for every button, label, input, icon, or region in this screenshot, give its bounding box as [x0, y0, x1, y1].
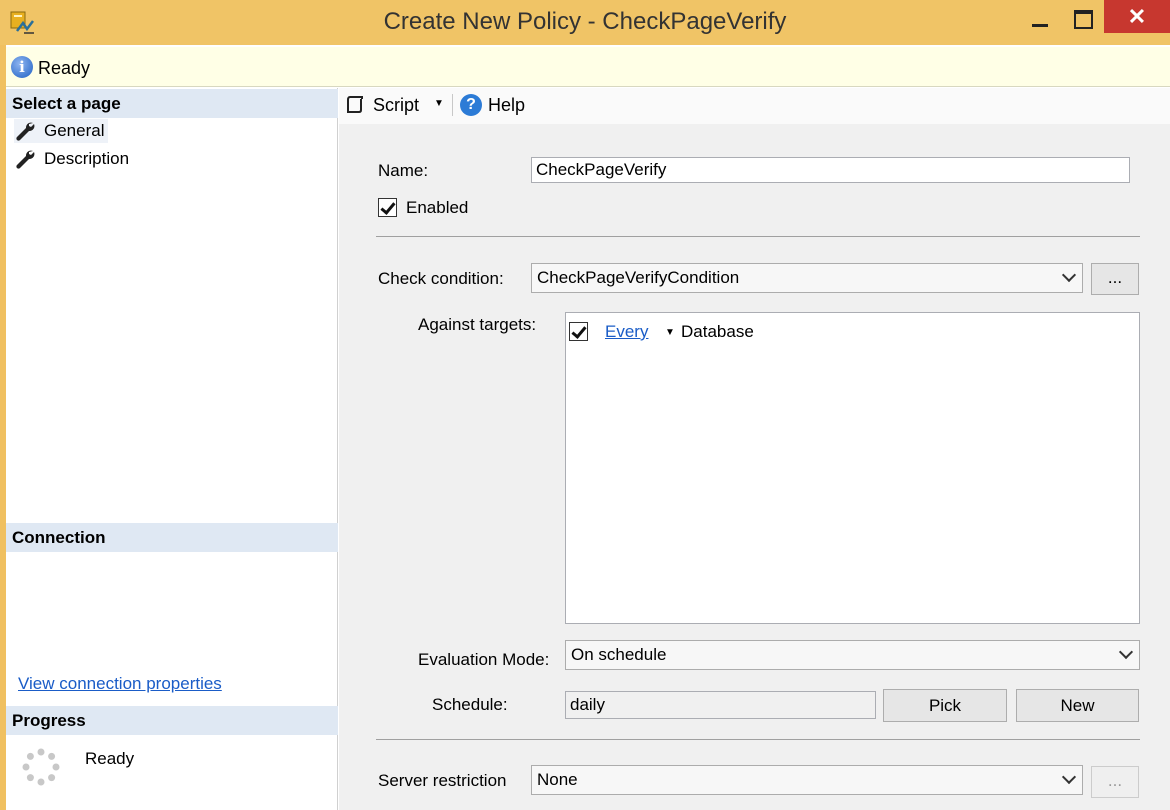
schedule-input[interactable]: daily [565, 691, 876, 719]
schedule-label: Schedule: [432, 695, 508, 714]
minimize-button[interactable] [1020, 2, 1060, 40]
wrench-icon [16, 150, 35, 169]
chevron-down-icon [1118, 644, 1134, 660]
info-icon: i [11, 56, 33, 78]
page-item-label: General [44, 121, 105, 140]
every-link[interactable]: Every [605, 322, 648, 342]
name-input[interactable]: CheckPageVerify [531, 157, 1130, 183]
page-item-label: Description [44, 149, 130, 168]
connection-header: Connection [6, 523, 338, 552]
against-targets-label: Against targets: [418, 315, 537, 334]
evaluation-mode-label: Evaluation Mode: [418, 650, 550, 669]
wrench-icon [16, 122, 35, 141]
help-icon[interactable]: ? [460, 94, 482, 116]
script-button[interactable]: Script [373, 95, 419, 116]
target-database-label: Database [681, 322, 754, 341]
script-icon[interactable] [345, 95, 365, 115]
check-condition-select[interactable]: CheckPageVerifyCondition [531, 263, 1083, 293]
page-item-description[interactable]: Description [14, 147, 154, 171]
evaluation-mode-value: On schedule [571, 645, 667, 664]
name-label: Name: [378, 161, 429, 180]
select-page-header: Select a page [6, 89, 338, 118]
close-button[interactable]: ✕ [1104, 0, 1170, 33]
check-condition-label: Check condition: [378, 269, 504, 288]
divider [376, 236, 1140, 237]
targets-list [565, 312, 1140, 624]
chevron-down-icon [1061, 769, 1077, 785]
toolbar-separator [452, 94, 453, 116]
target-checkbox[interactable] [569, 322, 588, 341]
new-button[interactable]: New [1016, 689, 1139, 722]
status-text: Ready [38, 58, 91, 78]
server-restriction-label: Server restriction [378, 771, 507, 790]
help-button[interactable]: Help [488, 95, 525, 116]
enabled-label[interactable]: Enabled [406, 198, 468, 218]
progress-header: Progress [6, 706, 338, 735]
status-bar [6, 47, 1170, 87]
server-restriction-value: None [537, 770, 578, 789]
page-item-general[interactable]: General [14, 119, 108, 143]
progress-spinner-icon [22, 748, 60, 786]
pick-button[interactable]: Pick [883, 689, 1007, 722]
chevron-down-icon [1061, 267, 1077, 283]
check-condition-value: CheckPageVerifyCondition [537, 268, 740, 287]
left-panel [6, 88, 338, 810]
progress-status-text: Ready [85, 749, 135, 768]
enabled-checkbox[interactable] [378, 198, 397, 217]
divider [376, 739, 1140, 740]
maximize-button[interactable] [1062, 2, 1102, 40]
every-dropdown-icon[interactable]: ▼ [665, 327, 675, 338]
server-restriction-select[interactable]: None [531, 765, 1083, 795]
check-condition-browse-button[interactable]: ... [1091, 263, 1139, 295]
view-connection-properties-link[interactable]: View connection properties [18, 674, 222, 694]
script-dropdown-icon[interactable]: ▼ [434, 98, 444, 109]
server-restriction-browse-button[interactable]: ... [1091, 766, 1139, 798]
window-title: Create New Policy - CheckPageVerify [383, 8, 787, 35]
evaluation-mode-select[interactable]: On schedule [565, 640, 1140, 670]
